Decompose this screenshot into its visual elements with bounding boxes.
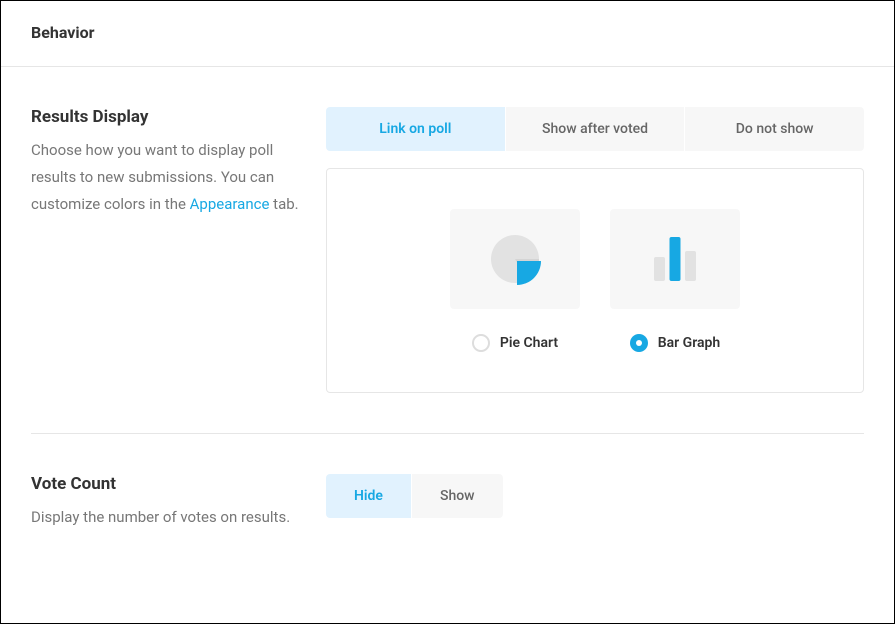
section-right-vote: Hide Show (326, 474, 864, 531)
section-left-vote: Vote Count Display the number of votes o… (31, 474, 326, 531)
desc-text-after: tab. (269, 195, 298, 213)
chart-option-bar[interactable]: Bar Graph (610, 209, 740, 352)
tab-show[interactable]: Show (411, 474, 503, 518)
pie-chart-label: Pie Chart (500, 335, 558, 351)
results-display-title: Results Display (31, 107, 301, 127)
section-right: Link on poll Show after voted Do not sho… (326, 107, 864, 393)
results-display-desc: Choose how you want to display poll resu… (31, 137, 301, 218)
bar-radio[interactable] (630, 334, 648, 352)
section-results-display: Results Display Choose how you want to d… (1, 67, 894, 433)
chart-style-panel: Pie Chart Bar Graph (326, 168, 864, 393)
section-vote-count: Vote Count Display the number of votes o… (1, 434, 894, 571)
pie-radio[interactable] (472, 334, 490, 352)
pie-chart-icon (487, 231, 543, 287)
page-title: Behavior (31, 23, 864, 42)
vote-count-title: Vote Count (31, 474, 301, 494)
tab-hide[interactable]: Hide (326, 474, 411, 518)
results-display-tabs: Link on poll Show after voted Do not sho… (326, 107, 864, 151)
section-left: Results Display Choose how you want to d… (31, 107, 326, 393)
tab-show-after-voted[interactable]: Show after voted (505, 107, 685, 151)
bar-label-row: Bar Graph (630, 334, 720, 352)
pie-chart-thumb (450, 209, 580, 309)
vote-count-desc: Display the number of votes on results. (31, 504, 301, 531)
tab-do-not-show[interactable]: Do not show (684, 107, 864, 151)
vote-count-tabs: Hide Show (326, 474, 503, 518)
bar-graph-label: Bar Graph (658, 335, 720, 351)
bar-graph-thumb (610, 209, 740, 309)
appearance-link[interactable]: Appearance (190, 195, 270, 213)
bar-graph-icon (647, 231, 703, 287)
page-header: Behavior (1, 1, 894, 67)
tab-link-on-poll[interactable]: Link on poll (326, 107, 505, 151)
pie-label-row: Pie Chart (472, 334, 558, 352)
chart-option-pie[interactable]: Pie Chart (450, 209, 580, 352)
